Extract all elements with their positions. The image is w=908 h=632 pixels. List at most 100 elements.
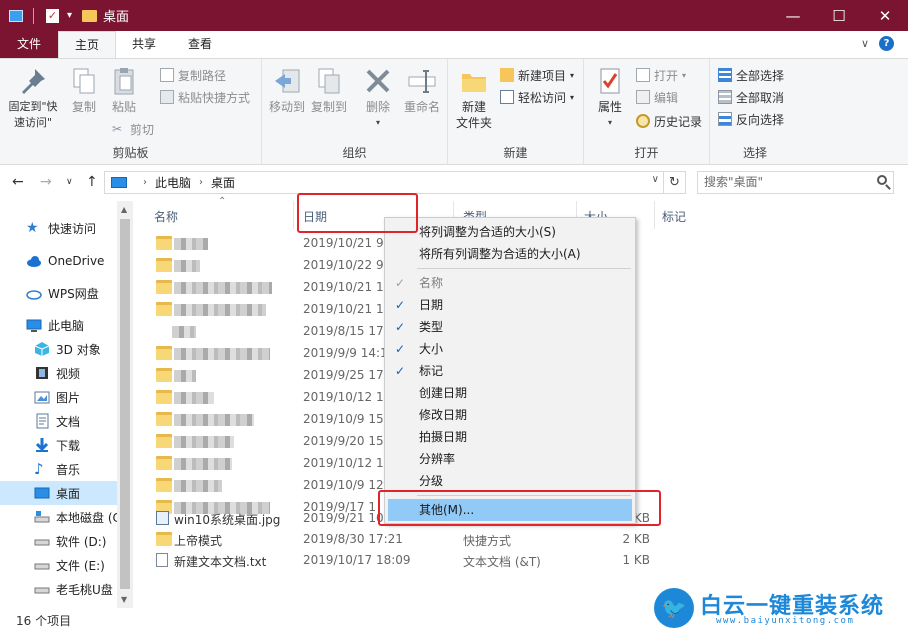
column-divider[interactable]	[293, 201, 294, 229]
nav-item-drive-c[interactable]: 本地磁盘 (C	[0, 505, 117, 529]
menu-item-type-column[interactable]: ✓ 类型	[385, 316, 635, 338]
open-group: 属性 ▾ 打开 ▾ 编辑 历史记录 打开	[584, 59, 710, 164]
history-button[interactable]: 历史记录	[636, 111, 702, 131]
column-divider[interactable]	[654, 201, 655, 229]
redacted-name	[174, 392, 214, 404]
paste-button[interactable]: 粘贴	[106, 65, 142, 115]
edit-button[interactable]: 编辑	[636, 87, 678, 107]
copy-button[interactable]: 复制	[66, 65, 102, 115]
nav-item-documents[interactable]: 文档	[0, 409, 117, 433]
breadcrumb-desktop[interactable]: 桌面	[211, 174, 235, 191]
invert-selection-button[interactable]: 反向选择	[718, 109, 784, 129]
new-folder-button[interactable]: 新建 文件夹	[452, 65, 496, 131]
menu-item-size-column[interactable]: 将列调整为合适的大小(S)	[385, 221, 635, 243]
menu-label: 标记	[419, 364, 444, 378]
move-to-button[interactable]: 移动到	[266, 65, 308, 115]
search-icon	[877, 175, 887, 185]
address-bar[interactable]: › 此电脑 › 桌面 ∨	[104, 171, 664, 194]
up-arrow-icon[interactable]: ↑	[86, 174, 98, 190]
maximize-button[interactable]: ☐	[816, 0, 862, 31]
rename-icon	[406, 65, 438, 97]
column-header-name[interactable]: 名称	[154, 208, 178, 225]
column-header-tags[interactable]: 标记	[662, 208, 686, 225]
scroll-down-icon[interactable]: ▼	[121, 595, 127, 604]
properties-dropdown-icon[interactable]: ▾	[590, 115, 630, 131]
nav-item-drive-d[interactable]: 软件 (D:)	[0, 529, 117, 553]
scroll-up-icon[interactable]: ▲	[121, 205, 127, 214]
address-dropdown-icon[interactable]: ∨	[652, 174, 659, 185]
nav-item-this-pc[interactable]: 此电脑	[0, 313, 117, 337]
nav-item-3d-objects[interactable]: 3D 对象	[0, 337, 117, 361]
forward-arrow-icon[interactable]: →	[40, 174, 52, 190]
breadcrumb-chevron-icon[interactable]: ›	[199, 177, 203, 188]
cut-button[interactable]: ✂ 剪切	[112, 119, 154, 139]
nav-item-pictures[interactable]: 图片	[0, 385, 117, 409]
nav-item-drive-e[interactable]: 文件 (E:)	[0, 553, 117, 577]
picture-icon	[34, 389, 50, 405]
nav-item-videos[interactable]: 视频	[0, 361, 117, 385]
tab-file[interactable]: 文件	[0, 31, 58, 58]
tab-home[interactable]: 主页	[58, 31, 117, 58]
redacted-name	[174, 348, 270, 360]
properties-button[interactable]: 属性 ▾	[590, 65, 630, 131]
tab-share[interactable]: 共享	[116, 31, 172, 58]
nav-item-wps[interactable]: WPS网盘	[0, 281, 117, 305]
breadcrumb-this-pc[interactable]: 此电脑	[155, 174, 191, 191]
minimize-button[interactable]: —	[770, 0, 816, 31]
item-count: 16 个项目	[16, 614, 72, 628]
refresh-button[interactable]: ↻	[664, 171, 686, 194]
menu-item-date-taken[interactable]: 拍摄日期	[385, 426, 635, 448]
tab-view[interactable]: 查看	[172, 31, 228, 58]
file-date: 2019/10/17 18:09	[303, 553, 411, 567]
close-button[interactable]: ✕	[862, 0, 908, 31]
menu-item-modified-date[interactable]: 修改日期	[385, 404, 635, 426]
recent-dropdown-icon[interactable]: ∨	[66, 177, 73, 187]
menu-item-date-column[interactable]: ✓ 日期	[385, 294, 635, 316]
new-group-label: 新建	[503, 146, 528, 160]
nav-scrollbar[interactable]: ▲ ▼	[117, 201, 133, 608]
menu-item-rating[interactable]: 分级	[385, 470, 635, 492]
new-item-button[interactable]: 新建项目 ▾	[500, 65, 574, 85]
copy-to-button[interactable]: 复制到	[308, 65, 350, 115]
breadcrumb-chevron-icon[interactable]: ›	[143, 177, 147, 188]
nav-item-music[interactable]: ♪ 音乐	[0, 457, 117, 481]
pin-quick-access-button[interactable]: 固定到"快速访问"	[4, 65, 62, 131]
nav-item-quick-access[interactable]: ★ 快速访问	[0, 216, 117, 240]
nav-item-onedrive[interactable]: OneDrive	[0, 249, 117, 273]
redacted-name	[174, 436, 234, 448]
select-none-button[interactable]: 全部取消	[718, 87, 784, 107]
menu-item-size-all-columns[interactable]: 将所有列调整为合适的大小(A)	[385, 243, 635, 265]
properties-quick-icon[interactable]: ✓	[46, 8, 59, 23]
back-arrow-icon[interactable]: ←	[12, 174, 24, 190]
rename-button[interactable]: 重命名	[400, 65, 444, 115]
search-input[interactable]: 搜索"桌面"	[697, 171, 894, 194]
copy-path-button[interactable]: 复制路径	[160, 65, 226, 85]
easy-access-icon	[500, 90, 514, 104]
text-file-icon	[156, 553, 168, 567]
select-all-button[interactable]: 全部选择	[718, 65, 784, 85]
menu-item-name-column[interactable]: ✓ 名称	[385, 272, 635, 294]
nav-item-downloads[interactable]: 下载	[0, 433, 117, 457]
menu-item-tags-column[interactable]: ✓ 标记	[385, 360, 635, 382]
nav-label: 软件 (D:)	[56, 534, 107, 549]
nav-item-usb[interactable]: 老毛桃U盘	[0, 577, 117, 601]
menu-item-resolution[interactable]: 分辨率	[385, 448, 635, 470]
open-button[interactable]: 打开 ▾	[636, 65, 686, 85]
menu-item-created-date[interactable]: 创建日期	[385, 382, 635, 404]
scrollbar-thumb[interactable]	[120, 219, 130, 589]
nav-item-desktop[interactable]: 桌面	[0, 481, 117, 505]
table-row[interactable]: 上帝模式 2019/8/30 17:21 快捷方式 2 KB	[150, 529, 650, 551]
menu-item-size-column-toggle[interactable]: ✓ 大小	[385, 338, 635, 360]
cut-label: 剪切	[130, 122, 155, 137]
ribbon-collapse-icon[interactable]: ∨	[861, 37, 869, 50]
file-date: 2019/9/20 15:	[303, 434, 388, 448]
delete-dropdown-icon[interactable]: ▾	[358, 115, 398, 131]
paste-shortcut-button[interactable]: 粘贴快捷方式	[160, 87, 250, 107]
delete-button[interactable]: 删除 ▾	[358, 65, 398, 131]
help-icon[interactable]: ?	[879, 36, 894, 51]
history-icon	[636, 114, 650, 128]
easy-access-button[interactable]: 轻松访问 ▾	[500, 87, 574, 107]
quick-access-dropdown-icon[interactable]: ▾	[67, 10, 72, 21]
table-row[interactable]: 新建文本文档.txt 2019/10/17 18:09 文本文档 (&T) 1 …	[150, 550, 650, 572]
explorer-icon[interactable]	[9, 9, 23, 22]
